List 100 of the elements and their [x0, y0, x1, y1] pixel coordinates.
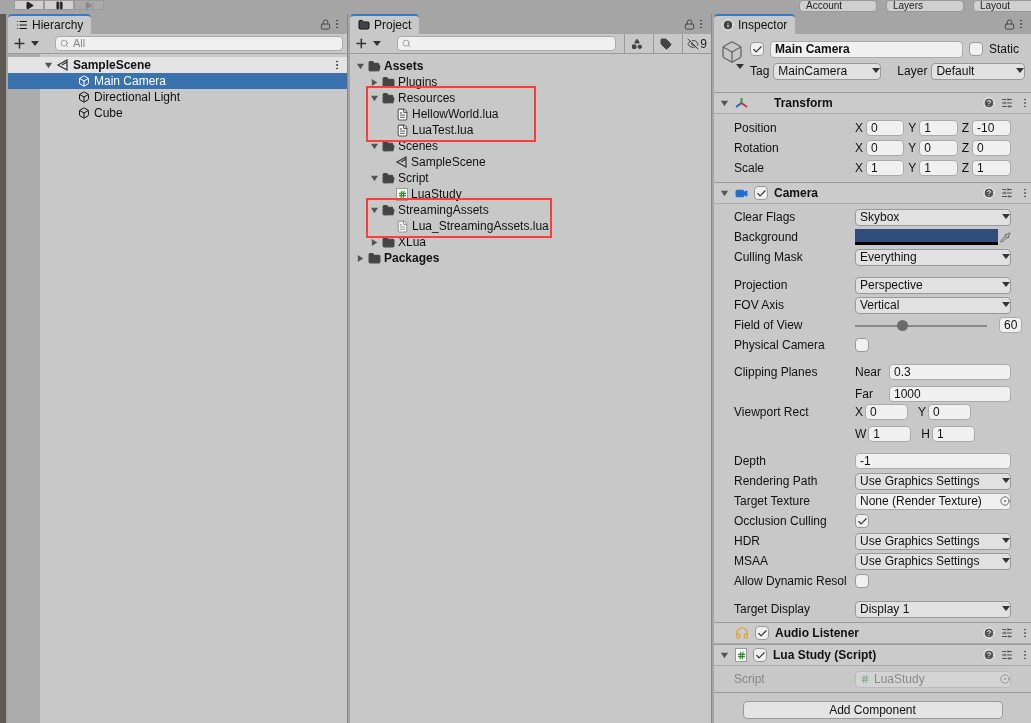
help-icon[interactable] [983, 627, 995, 639]
settings-icon[interactable] [1001, 627, 1013, 639]
file-item[interactable]: LuaStudy [350, 186, 711, 202]
help-icon[interactable] [983, 97, 995, 109]
value-field[interactable]: 0 [866, 140, 905, 156]
checkbox[interactable] [754, 186, 768, 200]
folder-item[interactable]: Packages [350, 250, 711, 266]
value-field[interactable]: 60 [999, 317, 1023, 333]
checkbox[interactable] [855, 574, 869, 588]
help-icon[interactable] [983, 649, 995, 661]
name-field[interactable]: Main Camera [770, 40, 963, 58]
lock-icon[interactable] [1004, 19, 1015, 30]
toolbar-dropdown[interactable]: Account [799, 0, 877, 12]
active-checkbox[interactable] [750, 42, 764, 56]
file-item[interactable]: HellowWorld.lua [350, 106, 711, 122]
value-field[interactable]: 1 [972, 160, 1011, 176]
file-item[interactable]: LuaTest.lua [350, 122, 711, 138]
toolbar-dropdown[interactable]: Layout [973, 0, 1031, 12]
value-field[interactable]: 0 [928, 404, 972, 420]
value-field[interactable]: 1000 [889, 386, 1011, 402]
value-field[interactable]: 1 [866, 160, 905, 176]
value-field[interactable]: 1 [919, 120, 958, 136]
foldout-icon[interactable] [720, 650, 729, 660]
file-item[interactable]: Lua_StreamingAssets.lua [350, 218, 711, 234]
property-label: Script [734, 671, 766, 688]
picker-icon[interactable] [1000, 496, 1010, 506]
checkbox[interactable] [753, 648, 767, 662]
settings-icon[interactable] [1001, 187, 1013, 199]
folder-item[interactable]: XLua [350, 234, 711, 250]
slider-thumb[interactable] [897, 319, 909, 331]
playback-button[interactable] [14, 0, 44, 10]
foldout-icon[interactable] [356, 253, 365, 263]
component-header[interactable]: Lua Study (Script) [714, 645, 1031, 666]
project-tab[interactable]: Project [350, 14, 420, 34]
dropdown[interactable]: Use Graphics Settings [855, 472, 1011, 490]
object-field[interactable]: None (Render Texture) [855, 492, 1011, 510]
tag-dropdown[interactable]: MainCamera [773, 62, 882, 80]
foldout-icon[interactable] [44, 60, 53, 70]
property-label: Position [734, 120, 778, 137]
foldout-icon[interactable] [370, 205, 379, 215]
eyedropper-icon[interactable] [1000, 231, 1011, 243]
hierarchy-item[interactable]: Cube [8, 105, 347, 121]
playback-button[interactable] [44, 0, 74, 10]
file-item[interactable]: SampleScene [350, 154, 711, 170]
dropdown[interactable]: Skybox [855, 208, 1011, 226]
checkbox[interactable] [755, 626, 769, 640]
folder-item[interactable]: Script [350, 170, 711, 186]
value-field[interactable]: 1 [932, 426, 975, 442]
toolbar-dropdown[interactable]: Layers [886, 0, 964, 12]
value-field[interactable]: 1 [868, 426, 912, 442]
search-field[interactable] [396, 36, 617, 51]
layer-dropdown[interactable]: Default [931, 62, 1025, 80]
foldout-icon[interactable] [356, 61, 365, 71]
component-header[interactable]: Camera [714, 183, 1031, 204]
value-field[interactable]: 1 [919, 160, 958, 176]
inspector-tab[interactable]: Inspector [714, 14, 796, 34]
add-component-button[interactable]: Add Component [742, 701, 1003, 719]
help-icon[interactable] [983, 187, 995, 199]
checkbox[interactable] [855, 514, 869, 528]
color-swatch[interactable] [855, 229, 998, 245]
foldout-icon[interactable] [370, 77, 379, 87]
folder-item[interactable]: Resources [350, 90, 711, 106]
folder-item[interactable]: Scenes [350, 138, 711, 154]
settings-icon[interactable] [1001, 649, 1013, 661]
dropdown[interactable]: Display 1 [855, 600, 1011, 618]
slider-track[interactable] [855, 319, 987, 331]
folder-item[interactable]: StreamingAssets [350, 202, 711, 218]
folder-item[interactable]: Assets [350, 58, 711, 74]
hierarchy-tab[interactable]: Hierarchy [8, 14, 92, 34]
lock-icon[interactable] [320, 19, 331, 30]
hierarchy-item[interactable]: Main Camera [8, 73, 347, 89]
value-field[interactable]: 0.3 [889, 364, 1011, 380]
hierarchy-item[interactable]: Directional Light [8, 89, 347, 105]
settings-icon[interactable] [1001, 97, 1013, 109]
dropdown[interactable]: Vertical [855, 296, 1011, 314]
dropdown[interactable]: Perspective [855, 276, 1011, 294]
value-field[interactable]: -10 [972, 120, 1011, 136]
dropdown[interactable]: Use Graphics Settings [855, 532, 1011, 550]
dropdown[interactable]: Use Graphics Settings [855, 552, 1011, 570]
static-checkbox[interactable] [969, 42, 983, 56]
value-field[interactable]: 0 [866, 120, 905, 136]
foldout-icon[interactable] [370, 173, 379, 183]
folder-item[interactable]: Plugins [350, 74, 711, 90]
add-icon[interactable] [12, 36, 27, 51]
foldout-icon[interactable] [720, 188, 729, 198]
value-field[interactable]: 0 [919, 140, 958, 156]
foldout-icon[interactable] [370, 141, 379, 151]
foldout-icon[interactable] [720, 98, 729, 108]
lock-icon[interactable] [684, 19, 695, 30]
scene-row[interactable]: SampleScene [8, 57, 347, 73]
checkbox[interactable] [855, 338, 869, 352]
foldout-icon[interactable] [370, 93, 379, 103]
component-header[interactable]: Audio Listener [714, 623, 1031, 644]
dropdown[interactable]: Everything [855, 248, 1011, 266]
foldout-icon[interactable] [370, 237, 379, 247]
hidden-packages-button[interactable]: 9 [682, 33, 711, 54]
value-field[interactable]: 0 [972, 140, 1011, 156]
value-field[interactable]: 0 [865, 404, 908, 420]
add-icon[interactable] [354, 36, 369, 51]
value-field[interactable]: -1 [855, 453, 1011, 469]
